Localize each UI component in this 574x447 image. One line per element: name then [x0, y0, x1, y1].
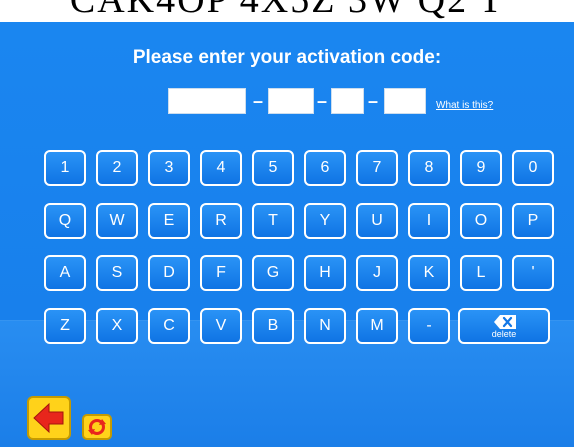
key-f[interactable]: F: [200, 255, 242, 291]
back-button[interactable]: [27, 396, 71, 440]
key-1[interactable]: 1: [44, 150, 86, 186]
key-n[interactable]: N: [304, 308, 346, 344]
code-field-3[interactable]: [331, 88, 364, 114]
page-title: Please enter your activation code:: [132, 47, 442, 68]
code-field-1[interactable]: [168, 88, 246, 114]
key-i[interactable]: I: [408, 203, 450, 239]
key-w[interactable]: W: [96, 203, 138, 239]
key-y[interactable]: Y: [304, 203, 346, 239]
key-t[interactable]: T: [252, 203, 294, 239]
key-2[interactable]: 2: [96, 150, 138, 186]
code-field-2[interactable]: [268, 88, 314, 114]
delete-label: delete: [491, 329, 517, 339]
key-o[interactable]: O: [460, 203, 502, 239]
key-8[interactable]: 8: [408, 150, 450, 186]
key-c[interactable]: C: [148, 308, 190, 344]
key-a[interactable]: A: [44, 255, 86, 291]
what-is-this-link[interactable]: What is this?: [436, 100, 493, 111]
left-arrow-icon: [33, 402, 64, 434]
key-3[interactable]: 3: [148, 150, 190, 186]
key-0[interactable]: 0: [512, 150, 554, 186]
key-d[interactable]: D: [148, 255, 190, 291]
delete-button[interactable]: delete: [458, 308, 550, 344]
code-separator: –: [317, 91, 328, 111]
key-k[interactable]: K: [408, 255, 450, 291]
key-b[interactable]: B: [252, 308, 294, 344]
refresh-button[interactable]: [82, 414, 112, 440]
key-l[interactable]: L: [460, 255, 502, 291]
key-q[interactable]: Q: [44, 203, 86, 239]
key-6[interactable]: 6: [304, 150, 346, 186]
key-s[interactable]: S: [96, 255, 138, 291]
key-m[interactable]: M: [356, 308, 398, 344]
key-g[interactable]: G: [252, 255, 294, 291]
backspace-icon: [494, 315, 516, 329]
key-z[interactable]: Z: [44, 308, 86, 344]
key-h[interactable]: H: [304, 255, 346, 291]
key-j[interactable]: J: [356, 255, 398, 291]
code-separator: –: [253, 91, 264, 111]
key-4[interactable]: 4: [200, 150, 242, 186]
key-u[interactable]: U: [356, 203, 398, 239]
key-e[interactable]: E: [148, 203, 190, 239]
key-5[interactable]: 5: [252, 150, 294, 186]
key-9[interactable]: 9: [460, 150, 502, 186]
key-v[interactable]: V: [200, 308, 242, 344]
code-separator: –: [368, 91, 379, 111]
captcha-text: CAK4OP 4X5Z 3W Q2 T: [69, 0, 505, 21]
top-strip: CAK4OP 4X5Z 3W Q2 T: [0, 0, 574, 22]
key-x[interactable]: X: [96, 308, 138, 344]
key-p[interactable]: P: [512, 203, 554, 239]
key-7[interactable]: 7: [356, 150, 398, 186]
activation-screen: Please enter your activation code: – – –…: [0, 22, 574, 447]
key-r[interactable]: R: [200, 203, 242, 239]
code-field-4[interactable]: [384, 88, 426, 114]
key-hyphen[interactable]: -: [408, 308, 450, 344]
refresh-icon: [88, 419, 106, 435]
key-apostrophe[interactable]: ': [512, 255, 554, 291]
